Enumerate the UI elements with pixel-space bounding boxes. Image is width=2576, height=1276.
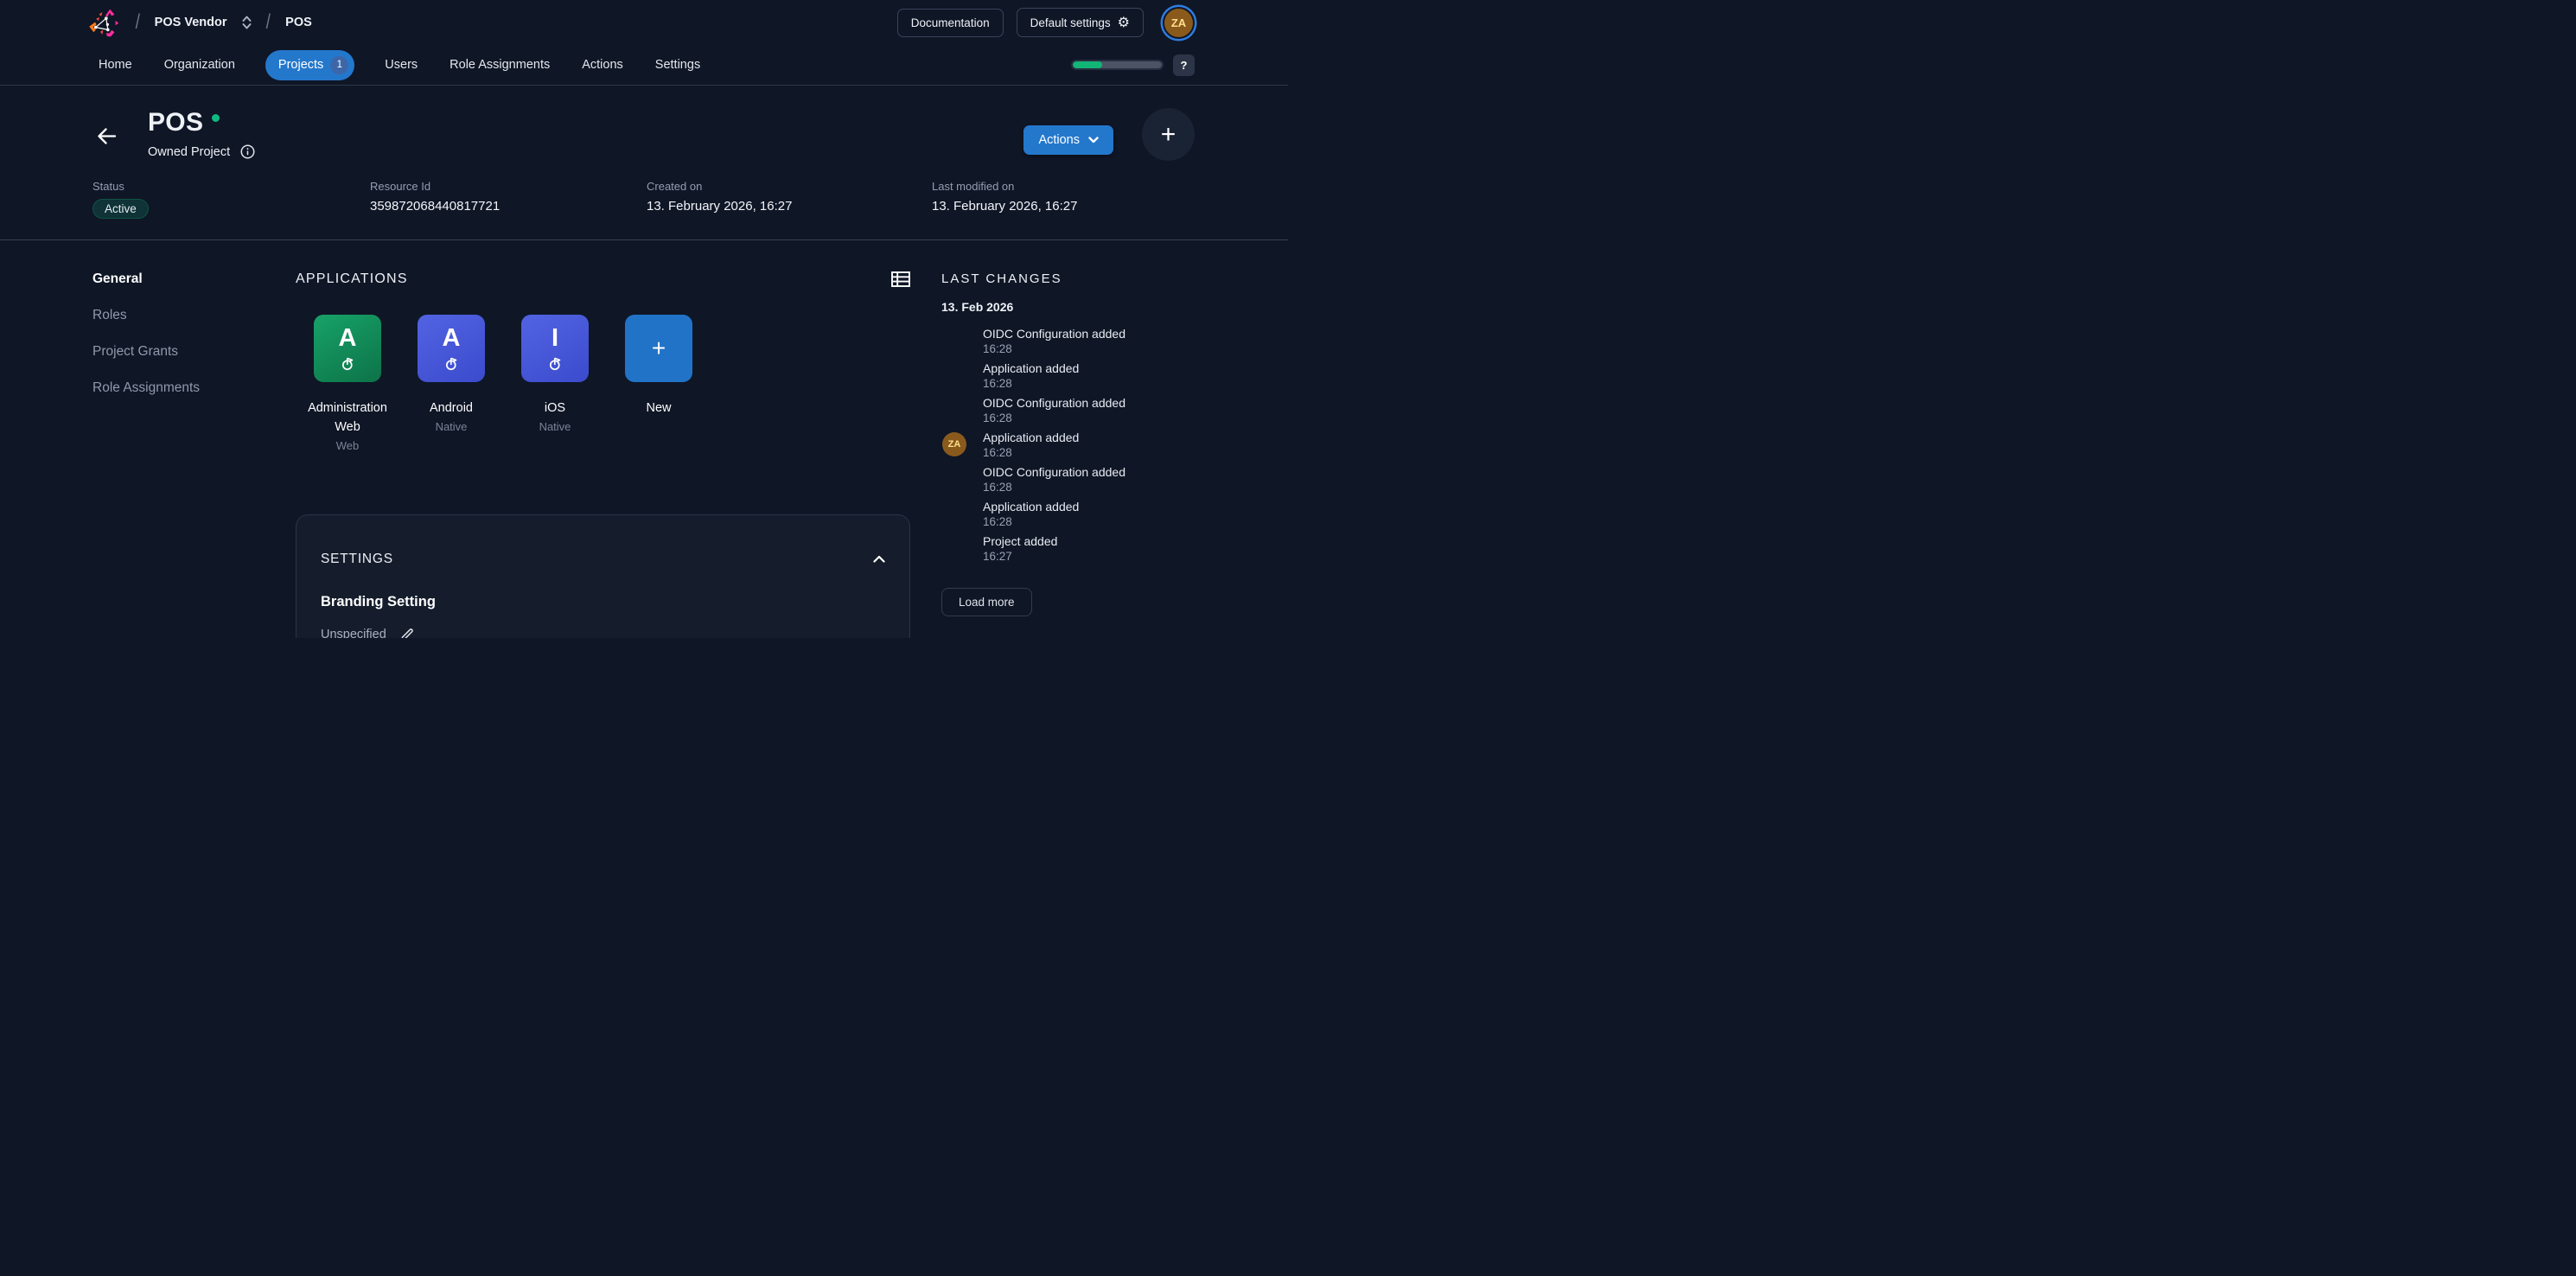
page-title: POS [148, 108, 203, 137]
change-entry: Application added 16:28 [983, 431, 1195, 460]
last-changes-heading: LAST CHANGES [941, 271, 1195, 286]
sidebar-item-project-grants[interactable]: Project Grants [92, 344, 296, 360]
app-tile-administration-web[interactable]: A [314, 315, 381, 382]
meta-created-on: Created on 13. February 2026, 16:27 [647, 180, 932, 219]
tab-actions[interactable]: Actions [580, 52, 625, 78]
change-author-avatar: ZA [942, 432, 966, 456]
app-tile-ios[interactable]: I [521, 315, 589, 382]
tab-home[interactable]: Home [97, 52, 134, 78]
app-card-administration-web: A Administration Web Web [296, 315, 399, 452]
table-view-icon [891, 271, 910, 287]
tab-organization[interactable]: Organization [163, 52, 237, 78]
sidebar-item-roles[interactable]: Roles [92, 308, 296, 323]
changes-timeline: ZA OIDC Configuration added 16:28 Applic… [941, 327, 1195, 564]
collapse-button[interactable] [873, 555, 885, 563]
default-settings-button[interactable]: Default settings ⚙ [1017, 8, 1144, 37]
oidc-icon [444, 356, 459, 371]
change-entry: Application added 16:28 [983, 500, 1195, 529]
meta-status: Status Active [92, 180, 370, 219]
load-more-button[interactable]: Load more [941, 588, 1032, 616]
breadcrumb-separator: / [136, 10, 140, 35]
add-button[interactable]: + [1142, 108, 1195, 161]
project-title-block: POS Owned Project [148, 108, 255, 159]
zitadel-console: / POS Vendor / POS Documentation Default… [0, 0, 1288, 638]
meta-resource-id: Resource Id 359872068440817721 [370, 180, 647, 219]
app-card-ios: I iOS Native [503, 315, 607, 452]
table-view-toggle[interactable] [891, 271, 910, 287]
last-changes-panel: LAST CHANGES 13. Feb 2026 ZA OIDC Config… [939, 271, 1195, 638]
documentation-button[interactable]: Documentation [897, 9, 1004, 37]
project-type-label: Owned Project [148, 145, 230, 159]
change-entry: Application added 16:28 [983, 361, 1195, 391]
top-header: / POS Vendor / POS Documentation Default… [0, 0, 1288, 45]
branding-setting-value: Unspecified [321, 628, 386, 639]
org-name: POS Vendor [155, 16, 227, 29]
breadcrumb-project[interactable]: POS [285, 16, 312, 29]
changes-date: 13. Feb 2026 [941, 300, 1195, 314]
branding-setting-title: Branding Setting [321, 594, 885, 610]
projects-count-badge: 1 [330, 56, 348, 74]
sidebar-item-general[interactable]: General [92, 271, 296, 287]
user-avatar[interactable]: ZA [1163, 7, 1195, 39]
meta-last-modified: Last modified on 13. February 2026, 16:2… [932, 180, 1195, 219]
quota-progress-bar [1073, 61, 1162, 68]
tab-projects[interactable]: Projects 1 [265, 50, 354, 80]
tab-role-assignments[interactable]: Role Assignments [448, 52, 552, 78]
pencil-icon [399, 627, 415, 639]
app-card-new: + New [607, 315, 711, 452]
info-icon[interactable] [240, 144, 255, 159]
tab-users[interactable]: Users [383, 52, 419, 78]
main-panel: APPLICATIONS A Administration Web Web A [296, 271, 939, 638]
zitadel-logo-icon[interactable] [86, 5, 121, 40]
new-app-tile[interactable]: + [625, 315, 692, 382]
actions-button[interactable]: Actions [1023, 125, 1113, 155]
back-button[interactable] [97, 127, 117, 145]
change-entry: Project added 16:27 [983, 534, 1195, 564]
chevron-up-icon [873, 555, 885, 563]
project-meta: Status Active Resource Id 35987206844081… [0, 161, 1288, 239]
gear-icon: ⚙ [1118, 16, 1130, 29]
chevron-down-icon [1088, 137, 1099, 144]
org-switcher-icon [242, 16, 252, 29]
settings-card: SETTINGS Branding Setting Unspecified [296, 514, 910, 639]
app-tile-android[interactable]: A [418, 315, 485, 382]
sidebar-item-role-assignments[interactable]: Role Assignments [92, 380, 296, 396]
applications-heading: APPLICATIONS [296, 271, 408, 287]
oidc-icon [341, 356, 355, 371]
content-area: General Roles Project Grants Role Assign… [0, 240, 1288, 638]
change-entry: OIDC Configuration added 16:28 [983, 396, 1195, 425]
settings-heading: SETTINGS [321, 552, 393, 567]
tab-settings[interactable]: Settings [654, 52, 702, 78]
change-entry: OIDC Configuration added 16:28 [983, 465, 1195, 494]
arrow-left-icon [97, 127, 117, 145]
breadcrumb-org-selector[interactable]: POS Vendor [155, 16, 252, 29]
change-entry: OIDC Configuration added 16:28 [983, 327, 1195, 356]
plus-icon: + [652, 336, 666, 360]
active-status-dot [212, 114, 220, 122]
breadcrumb-separator: / [266, 10, 271, 35]
quota-progress-fill [1073, 61, 1102, 68]
project-header: POS Owned Project Actions + [0, 86, 1288, 161]
oidc-icon [548, 356, 563, 371]
app-card-android: A Android Native [399, 315, 503, 452]
help-button[interactable]: ? [1173, 54, 1195, 76]
section-sidebar: General Roles Project Grants Role Assign… [92, 271, 296, 638]
status-badge: Active [92, 199, 149, 219]
applications-grid: A Administration Web Web A Android Nativ… [296, 315, 910, 452]
edit-button[interactable] [399, 627, 415, 639]
main-nav: Home Organization Projects 1 Users Role … [0, 45, 1288, 86]
